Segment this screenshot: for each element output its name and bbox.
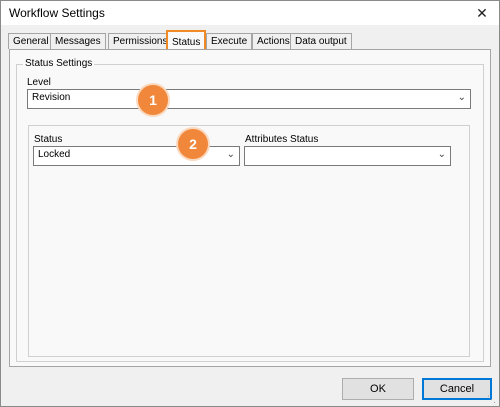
chevron-down-icon: ⌄ (457, 92, 466, 103)
tab-status[interactable]: Status (166, 30, 207, 51)
level-label: Level (27, 77, 51, 88)
tab-messages[interactable]: Messages (50, 33, 106, 49)
tab-permissions[interactable]: Permissions (108, 33, 173, 49)
status-tab-panel: Status Settings Level Revision ⌄ Status … (9, 49, 491, 367)
annotation-badge-2: 2 (178, 129, 208, 159)
status-inner-box: Status Locked ⌄ Attributes Status ⌄ (28, 125, 470, 357)
title-bar: Workflow Settings ✕ (1, 1, 499, 25)
workflow-settings-dialog: Workflow Settings ✕ General Messages Per… (0, 0, 500, 407)
tab-execute[interactable]: Execute (206, 33, 253, 49)
status-label: Status (34, 134, 63, 145)
chevron-down-icon: ⌄ (226, 149, 235, 160)
annotation-badge-1: 1 (138, 85, 168, 115)
level-select[interactable]: Revision ⌄ (27, 89, 471, 109)
status-value: Locked (38, 149, 71, 160)
status-settings-group: Status Settings Level Revision ⌄ Status … (16, 58, 484, 362)
resize-grip-icon[interactable]: ⋱ (487, 394, 497, 404)
attributes-status-label: Attributes Status (245, 134, 319, 145)
level-value: Revision (32, 92, 71, 103)
attributes-status-select[interactable]: ⌄ (244, 146, 451, 166)
tab-general[interactable]: General (8, 33, 54, 49)
ok-button[interactable]: OK (342, 378, 414, 400)
close-icon[interactable]: ✕ (467, 1, 497, 25)
cancel-button[interactable]: Cancel (422, 378, 492, 400)
chevron-down-icon: ⌄ (437, 149, 446, 160)
status-select[interactable]: Locked ⌄ (33, 146, 240, 166)
status-settings-label: Status Settings (23, 58, 95, 69)
tab-actions[interactable]: Actions (252, 33, 295, 49)
tab-data-output[interactable]: Data output (290, 33, 352, 49)
window-title: Workflow Settings (9, 6, 105, 20)
